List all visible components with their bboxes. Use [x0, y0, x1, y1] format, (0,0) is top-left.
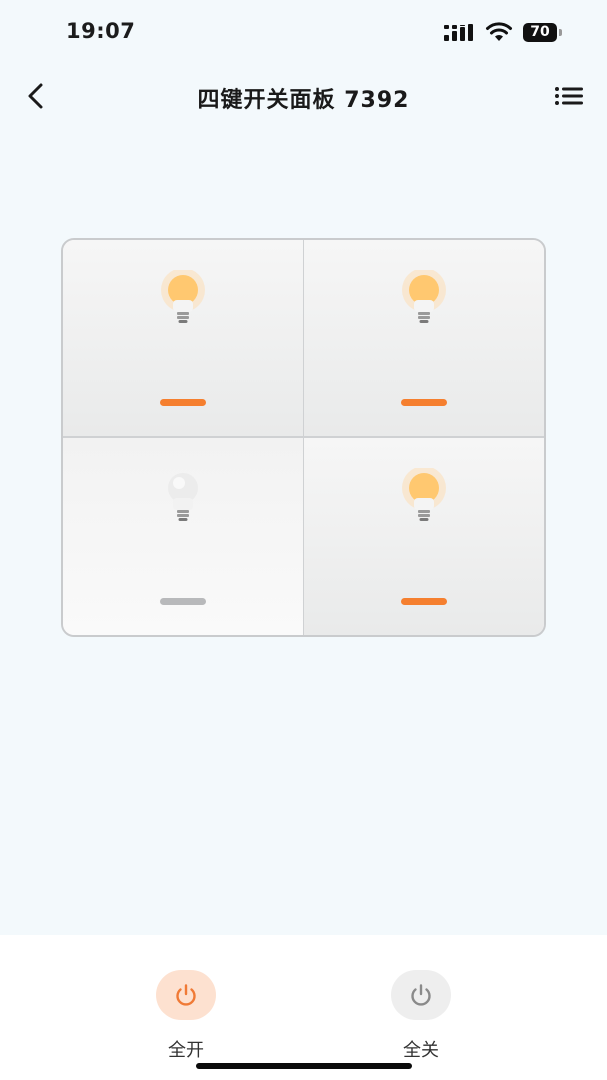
home-indicator[interactable] — [196, 1063, 412, 1069]
key-indicator — [400, 398, 447, 406]
all-off-label: 全关 — [403, 1040, 439, 1061]
switch-key-3[interactable] — [63, 437, 304, 635]
key-indicator — [159, 398, 206, 406]
nav-bar: 四键开关面板 7392 — [0, 66, 607, 126]
power-icon — [411, 984, 431, 1006]
battery-level: 70 — [523, 23, 557, 42]
all-on-button[interactable]: 全开 — [141, 970, 231, 1062]
all-on-circle — [156, 970, 216, 1020]
status-bar: 19:07 70 — [0, 0, 607, 66]
all-off-circle — [391, 970, 451, 1020]
switch-panel — [61, 238, 546, 637]
switch-key-2[interactable] — [303, 240, 544, 438]
all-off-button[interactable]: 全关 — [376, 970, 466, 1062]
lit-bulb-icon — [401, 467, 446, 521]
switch-key-1[interactable] — [63, 240, 304, 438]
bottom-action-bar: 全开 全关 — [0, 935, 607, 1080]
power-icon — [176, 984, 196, 1006]
wifi-icon — [486, 22, 512, 41]
all-on-label: 全开 — [168, 1040, 204, 1061]
lit-bulb-icon — [401, 270, 446, 323]
list-menu-icon[interactable] — [550, 80, 586, 112]
lit-bulb-icon — [160, 270, 205, 323]
status-time: 19:07 — [66, 19, 136, 43]
key-indicator — [159, 598, 206, 605]
cellular-signal-icon — [444, 24, 473, 41]
key-indicator — [400, 598, 447, 605]
battery-icon: 70 — [523, 23, 563, 42]
battery-cap — [559, 29, 562, 36]
switch-key-4[interactable] — [303, 437, 544, 635]
page-title: 四键开关面板 7392 — [197, 88, 410, 113]
unlit-bulb-icon — [167, 472, 198, 521]
